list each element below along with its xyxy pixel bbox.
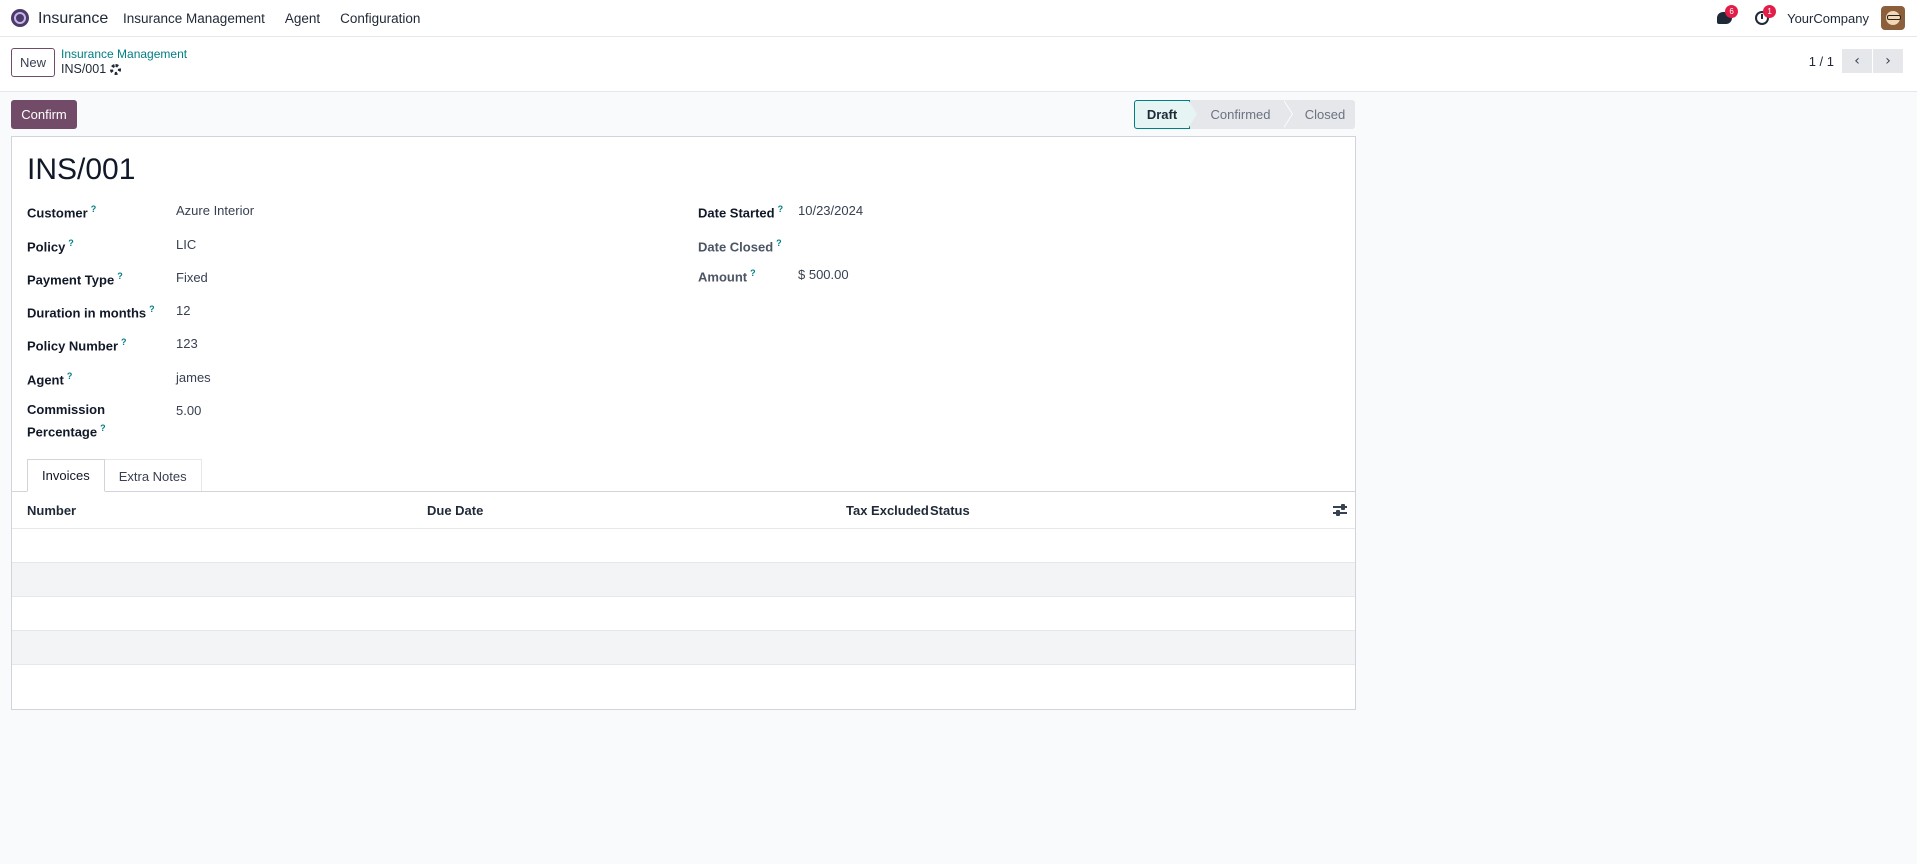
activities-badge: 1 bbox=[1763, 5, 1777, 18]
app-name[interactable]: Insurance bbox=[38, 10, 108, 28]
amount-label-text: Amount bbox=[698, 269, 748, 285]
agent-label: Agent? bbox=[27, 367, 72, 389]
customer-help[interactable]: ? bbox=[91, 204, 97, 214]
chevron-right-icon: › bbox=[1885, 53, 1891, 69]
form-sheet: INS/001 Customer? Azure Interior Policy?… bbox=[11, 136, 1356, 710]
date-closed-help[interactable]: ? bbox=[776, 238, 782, 248]
company-switcher[interactable]: YourCompany bbox=[1787, 11, 1869, 26]
breadcrumb-current: INS/001 bbox=[61, 62, 122, 76]
policy-number-help[interactable]: ? bbox=[121, 337, 127, 347]
payment-type-field[interactable]: Fixed bbox=[176, 270, 208, 285]
date-closed-label: Date Closed? bbox=[698, 234, 782, 256]
top-navbar: Insurance Insurance Management Agent Con… bbox=[0, 0, 1917, 37]
commission-label-line2: Percentage bbox=[27, 424, 98, 440]
customer-label: Customer? bbox=[27, 200, 96, 222]
menu-configuration[interactable]: Configuration bbox=[340, 11, 420, 26]
notebook-tabs: Invoices Extra Notes bbox=[27, 459, 202, 492]
date-started-help[interactable]: ? bbox=[778, 204, 784, 214]
main-menu: Insurance Management Agent Configuration bbox=[123, 11, 440, 26]
stage-confirmed[interactable]: Confirmed bbox=[1190, 100, 1293, 129]
chevron-left-icon: ‹ bbox=[1854, 53, 1860, 69]
amount-help[interactable]: ? bbox=[750, 268, 756, 278]
customer-label-text: Customer bbox=[27, 205, 88, 221]
payment-type-help[interactable]: ? bbox=[117, 271, 123, 281]
agent-label-text: Agent bbox=[27, 372, 64, 388]
table-row bbox=[12, 597, 1355, 631]
column-status[interactable]: Status bbox=[930, 503, 970, 518]
date-started-label-text: Date Started bbox=[698, 205, 775, 221]
menu-insurance-management[interactable]: Insurance Management bbox=[123, 11, 265, 26]
policy-label-text: Policy bbox=[27, 239, 66, 255]
column-number[interactable]: Number bbox=[27, 503, 76, 518]
agent-help[interactable]: ? bbox=[67, 371, 73, 381]
activities-button[interactable]: 1 bbox=[1749, 5, 1777, 30]
navbar-right: 6 1 YourCompany bbox=[1711, 5, 1905, 30]
breadcrumb-current-label: INS/001 bbox=[61, 62, 107, 76]
date-closed-label-text: Date Closed bbox=[698, 239, 774, 255]
status-bar: Draft Confirmed Closed bbox=[1134, 100, 1355, 129]
stage-draft[interactable]: Draft bbox=[1134, 100, 1198, 129]
column-due-date[interactable]: Due Date bbox=[427, 503, 483, 518]
agent-field[interactable]: james bbox=[176, 370, 211, 385]
payment-type-label-text: Payment Type bbox=[27, 272, 115, 288]
pager: 1 / 1 ‹ › bbox=[1809, 49, 1903, 73]
payment-type-label: Payment Type? bbox=[27, 267, 123, 289]
stage-closed[interactable]: Closed bbox=[1283, 100, 1355, 129]
tab-extra-notes[interactable]: Extra Notes bbox=[103, 459, 202, 492]
customer-field[interactable]: Azure Interior bbox=[176, 203, 254, 218]
tab-invoices[interactable]: Invoices bbox=[27, 459, 105, 492]
pager-next-button[interactable]: › bbox=[1873, 49, 1903, 73]
commission-label: Commission Percentage? bbox=[27, 400, 106, 441]
date-started-label: Date Started? bbox=[698, 200, 783, 222]
policy-help[interactable]: ? bbox=[68, 238, 74, 248]
confirm-button[interactable]: Confirm bbox=[11, 100, 77, 129]
record-title: INS/001 bbox=[27, 153, 136, 186]
amount-label: Amount? bbox=[698, 264, 756, 286]
policy-number-label-text: Policy Number bbox=[27, 338, 119, 354]
optional-columns-icon[interactable] bbox=[1333, 503, 1347, 517]
policy-number-label: Policy Number? bbox=[27, 333, 127, 355]
table-row bbox=[12, 529, 1355, 563]
commission-help[interactable]: ? bbox=[100, 423, 106, 433]
breadcrumb-parent[interactable]: Insurance Management bbox=[61, 47, 187, 61]
pager-value[interactable]: 1 / 1 bbox=[1809, 54, 1834, 69]
control-panel: New Insurance Management INS/001 1 / 1 ‹… bbox=[0, 37, 1917, 92]
amount-field[interactable]: $ 500.00 bbox=[798, 267, 849, 282]
duration-field[interactable]: 12 bbox=[176, 303, 190, 318]
messages-button[interactable]: 6 bbox=[1711, 5, 1739, 30]
policy-field[interactable]: LIC bbox=[176, 237, 196, 252]
table-row bbox=[12, 563, 1355, 597]
policy-number-field[interactable]: 123 bbox=[176, 336, 198, 351]
new-button[interactable]: New bbox=[11, 48, 55, 77]
invoices-table-header: Number Due Date Tax Excluded Status bbox=[12, 492, 1355, 529]
commission-label-line1: Commission bbox=[27, 402, 106, 417]
user-avatar[interactable] bbox=[1881, 6, 1905, 30]
table-row bbox=[12, 631, 1355, 665]
messages-badge: 6 bbox=[1725, 5, 1739, 18]
policy-label: Policy? bbox=[27, 234, 74, 256]
duration-help[interactable]: ? bbox=[149, 304, 155, 314]
column-tax-excluded[interactable]: Tax Excluded bbox=[846, 503, 929, 518]
commission-field[interactable]: 5.00 bbox=[176, 403, 201, 418]
pager-previous-button[interactable]: ‹ bbox=[1842, 49, 1872, 73]
date-closed-field[interactable] bbox=[798, 237, 1098, 254]
menu-agent[interactable]: Agent bbox=[285, 11, 320, 26]
insurance-app-icon[interactable] bbox=[11, 9, 29, 27]
duration-label: Duration in months? bbox=[27, 300, 155, 322]
gear-icon[interactable] bbox=[110, 63, 122, 75]
duration-label-text: Duration in months bbox=[27, 305, 147, 321]
date-started-field[interactable]: 10/23/2024 bbox=[798, 203, 863, 218]
